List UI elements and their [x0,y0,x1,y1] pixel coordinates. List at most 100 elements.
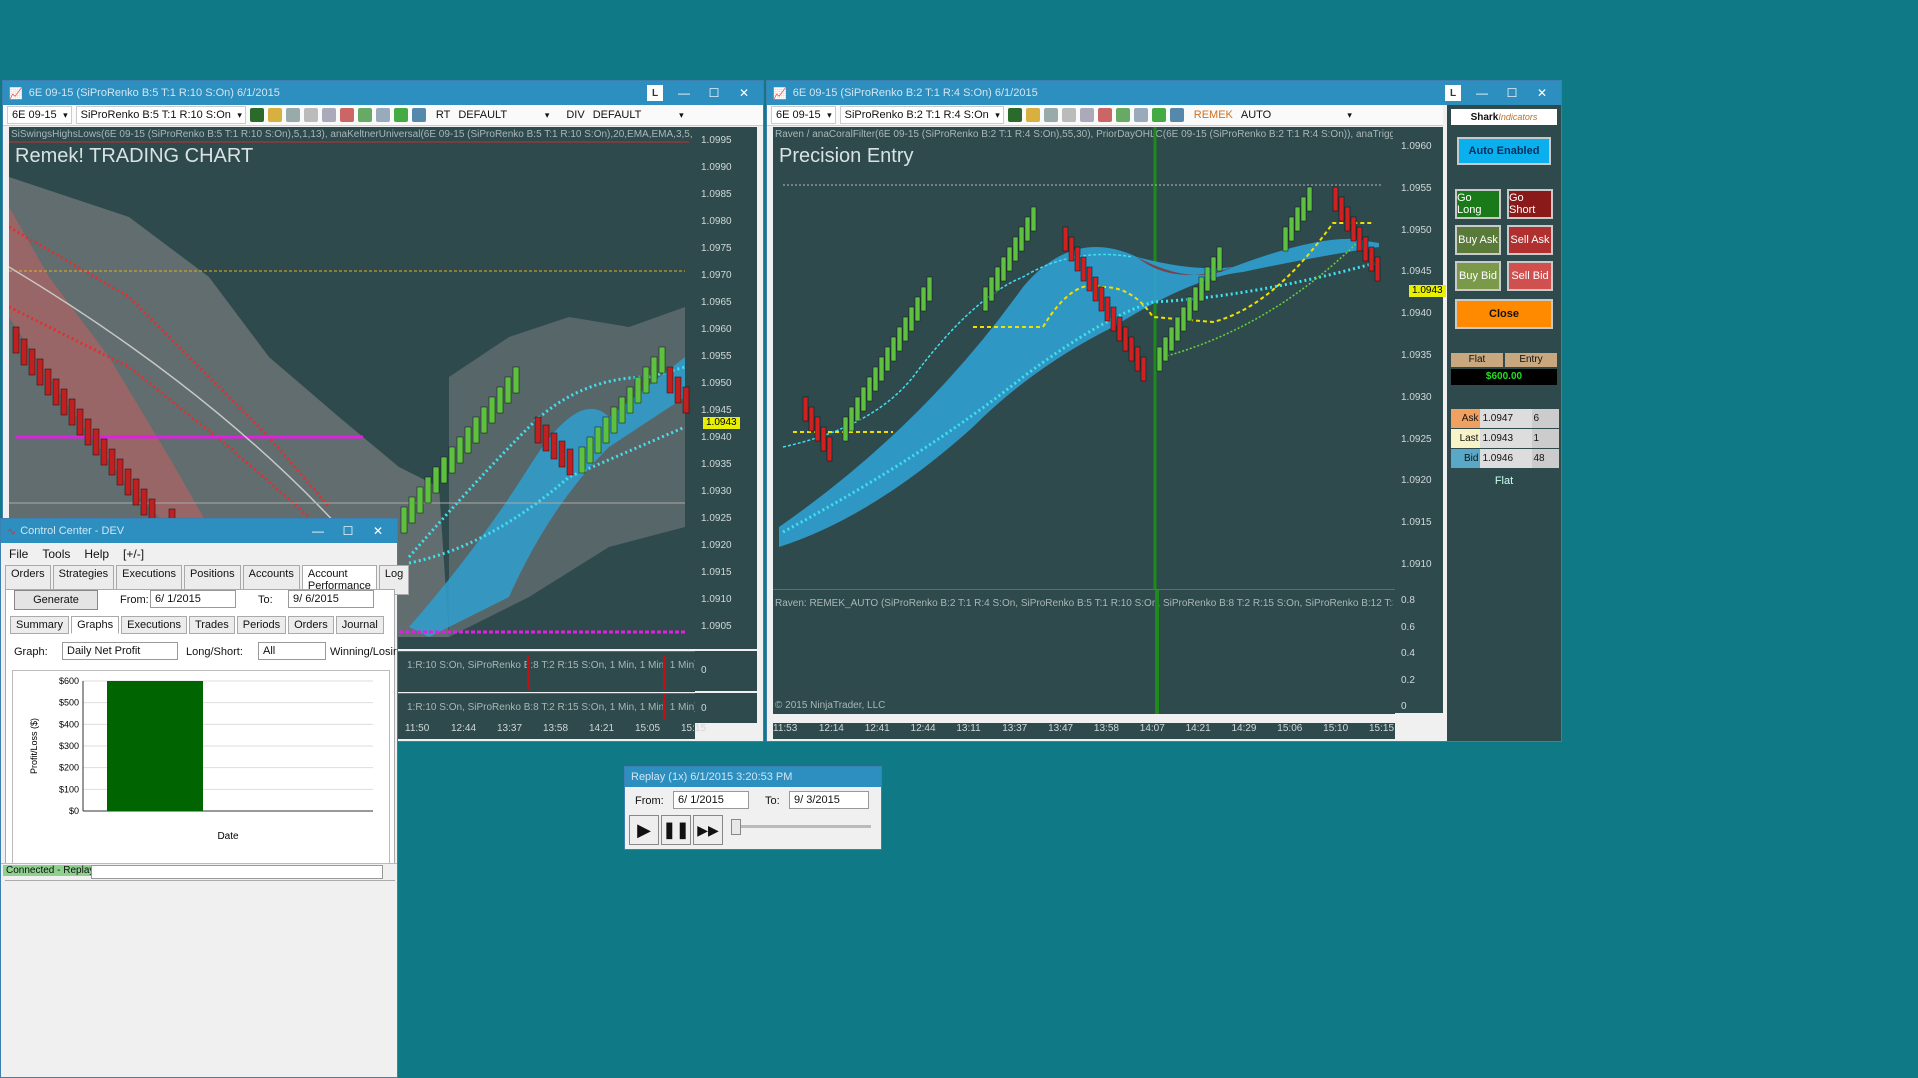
left-chart-titlebar[interactable]: 📈 6E 09-15 (SiProRenko B:5 T:1 R:10 S:On… [3,81,763,105]
close-button[interactable]: ✕ [1527,81,1557,105]
y-tick-label: 1.0940 [1401,308,1432,320]
subtab-trades[interactable]: Trades [188,616,235,634]
subtab-orders[interactable]: Orders [288,616,334,634]
shark-logo: SharkIndicators [1451,109,1557,125]
replay-titlebar[interactable]: Replay (1x) 6/1/2015 3:20:53 PM [625,767,881,787]
maximize-button[interactable]: ☐ [333,519,363,543]
right-chart-titlebar[interactable]: 📈 6E 09-15 (SiProRenko B:2 T:1 R:4 S:On)… [767,81,1561,105]
right-price-panel[interactable]: Raven / anaCoralFilter(6E 09-15 (SiProRe… [773,127,1395,589]
to-label: To: [258,594,273,606]
y-tick-label: $600 [59,676,79,686]
sell-ask-button[interactable]: Sell Ask [1507,225,1553,255]
replay-slider-thumb[interactable] [731,819,741,835]
close-button[interactable]: ✕ [729,81,759,105]
menu-expand[interactable]: [+/-] [123,547,144,561]
bar-type-select[interactable]: SiProRenko B:2 T:1 R:4 S:On [839,106,1004,124]
auto-enabled-button[interactable]: Auto Enabled [1457,137,1551,165]
quote-table: Ask 1.0947 6 Last 1.0943 1 Bid 1.0946 48 [1451,409,1559,469]
close-button[interactable]: ✕ [363,519,393,543]
play-button[interactable]: ▶ [629,815,659,845]
fast-forward-button[interactable]: ▶▶ [693,815,723,845]
left-y-axis[interactable]: 1.0995 1.0990 1.0985 1.0980 1.0975 1.0970 1.09… [695,127,757,649]
instrument-select[interactable]: 6E 09-15 [7,106,72,124]
from-date-field[interactable]: 6/ 1/2015 [150,590,236,608]
pointer-icon[interactable] [303,108,318,122]
left-sub2-text: 1:R:10 S:On, SiProRenko B:8 T:2 R:15 S:O… [407,702,695,713]
pencil-icon[interactable] [1025,108,1040,122]
div-select[interactable]: DEFAULT [589,107,687,123]
replay-window: Replay (1x) 6/1/2015 3:20:53 PM From: 6/… [624,766,882,850]
replay-from-field[interactable]: 6/ 1/2015 [673,791,749,809]
go-long-button[interactable]: Go Long [1455,189,1501,219]
to-date-field[interactable]: 9/ 6/2015 [288,590,374,608]
indicator-icon[interactable] [375,108,390,122]
pnl-display: $600.00 [1451,369,1557,385]
longshort-select[interactable]: All [258,642,326,660]
properties-icon[interactable] [411,108,426,122]
position-status: Flat [1494,475,1514,487]
chart-trader-icon[interactable] [357,108,372,122]
menu-file[interactable]: File [9,547,28,561]
dollar-icon[interactable] [1151,108,1166,122]
menu-tools[interactable]: Tools [42,547,70,561]
graph-label: Graph: [14,646,48,658]
right-y-axis[interactable]: 1.0960 1.0955 1.0950 1.0945 1.0940 1.0935 1.09… [1395,127,1443,589]
y-tick-label: 1.0940 [701,432,732,443]
minimize-button[interactable]: — [1467,81,1497,105]
properties-icon[interactable] [1169,108,1184,122]
x-tick-label: 13:58 [1093,723,1119,734]
bars-icon[interactable] [1007,108,1022,122]
instrument-select[interactable]: 6E 09-15 [771,106,836,124]
dollar-icon[interactable] [393,108,408,122]
bar-type-select[interactable]: SiProRenko B:5 T:1 R:10 S:On [75,106,246,124]
close-position-button[interactable]: Close [1455,299,1553,329]
pause-button[interactable]: ❚❚ [661,815,691,845]
quote-row: Bid 1.0946 48 [1451,449,1559,468]
right-chart-window: 📈 6E 09-15 (SiProRenko B:2 T:1 R:4 S:On)… [766,80,1562,742]
draw-tool-icon[interactable] [285,108,300,122]
zoom-icon[interactable] [1079,108,1094,122]
winning-label: Winning/Losir [330,646,397,658]
subtab-executions[interactable]: Executions [121,616,187,634]
control-center-titlebar[interactable]: ∿ Control Center - DEV — ☐ ✕ [1,519,397,543]
maximize-button[interactable]: ☐ [699,81,729,105]
minimize-button[interactable]: — [303,519,333,543]
graph-select[interactable]: Daily Net Profit [62,642,178,660]
chart-icon: 📈 [773,87,787,100]
subtab-periods[interactable]: Periods [236,616,287,634]
remek-select[interactable]: AUTO [1237,107,1355,123]
pencil-icon[interactable] [267,108,282,122]
zoom-icon[interactable] [321,108,336,122]
right-x-axis[interactable]: 11:53 12:14 12:41 12:44 13:11 13:37 13:47 13:58… [773,723,1395,739]
rt-select[interactable]: DEFAULT [454,107,552,123]
left-sub2-axis: 0 [695,693,757,723]
order-icon[interactable] [1097,108,1112,122]
subtab-graphs[interactable]: Graphs [71,616,120,634]
y-tick-label: 1.0970 [701,270,732,281]
buy-ask-button[interactable]: Buy Ask [1455,225,1501,255]
quote-price: 1.0943 [1480,429,1532,448]
link-icon[interactable]: L [1445,85,1461,101]
replay-slider[interactable] [731,825,871,828]
order-icon[interactable] [339,108,354,122]
buy-bid-button[interactable]: Buy Bid [1455,261,1501,291]
subtab-journal[interactable]: Journal [335,616,384,634]
go-short-button[interactable]: Go Short [1507,189,1553,219]
bars-icon[interactable] [249,108,264,122]
subtab-summary[interactable]: Summary [10,616,70,634]
replay-to-field[interactable]: 9/ 3/2015 [789,791,869,809]
minimize-button[interactable]: — [669,81,699,105]
draw-tool-icon[interactable] [1043,108,1058,122]
link-icon[interactable]: L [647,85,663,101]
ninja-icon: ∿ [7,525,17,538]
indicator-icon[interactable] [1133,108,1148,122]
maximize-button[interactable]: ☐ [1497,81,1527,105]
x-tick-label: 14:07 [1139,723,1165,734]
pointer-icon[interactable] [1061,108,1076,122]
chart-trader-icon[interactable] [1115,108,1130,122]
menu-help[interactable]: Help [84,547,109,561]
y-tick-label: 1.0915 [1401,517,1432,529]
sell-bid-button[interactable]: Sell Bid [1507,261,1553,291]
signal-bar [1155,590,1159,714]
generate-button[interactable]: Generate [14,590,98,610]
